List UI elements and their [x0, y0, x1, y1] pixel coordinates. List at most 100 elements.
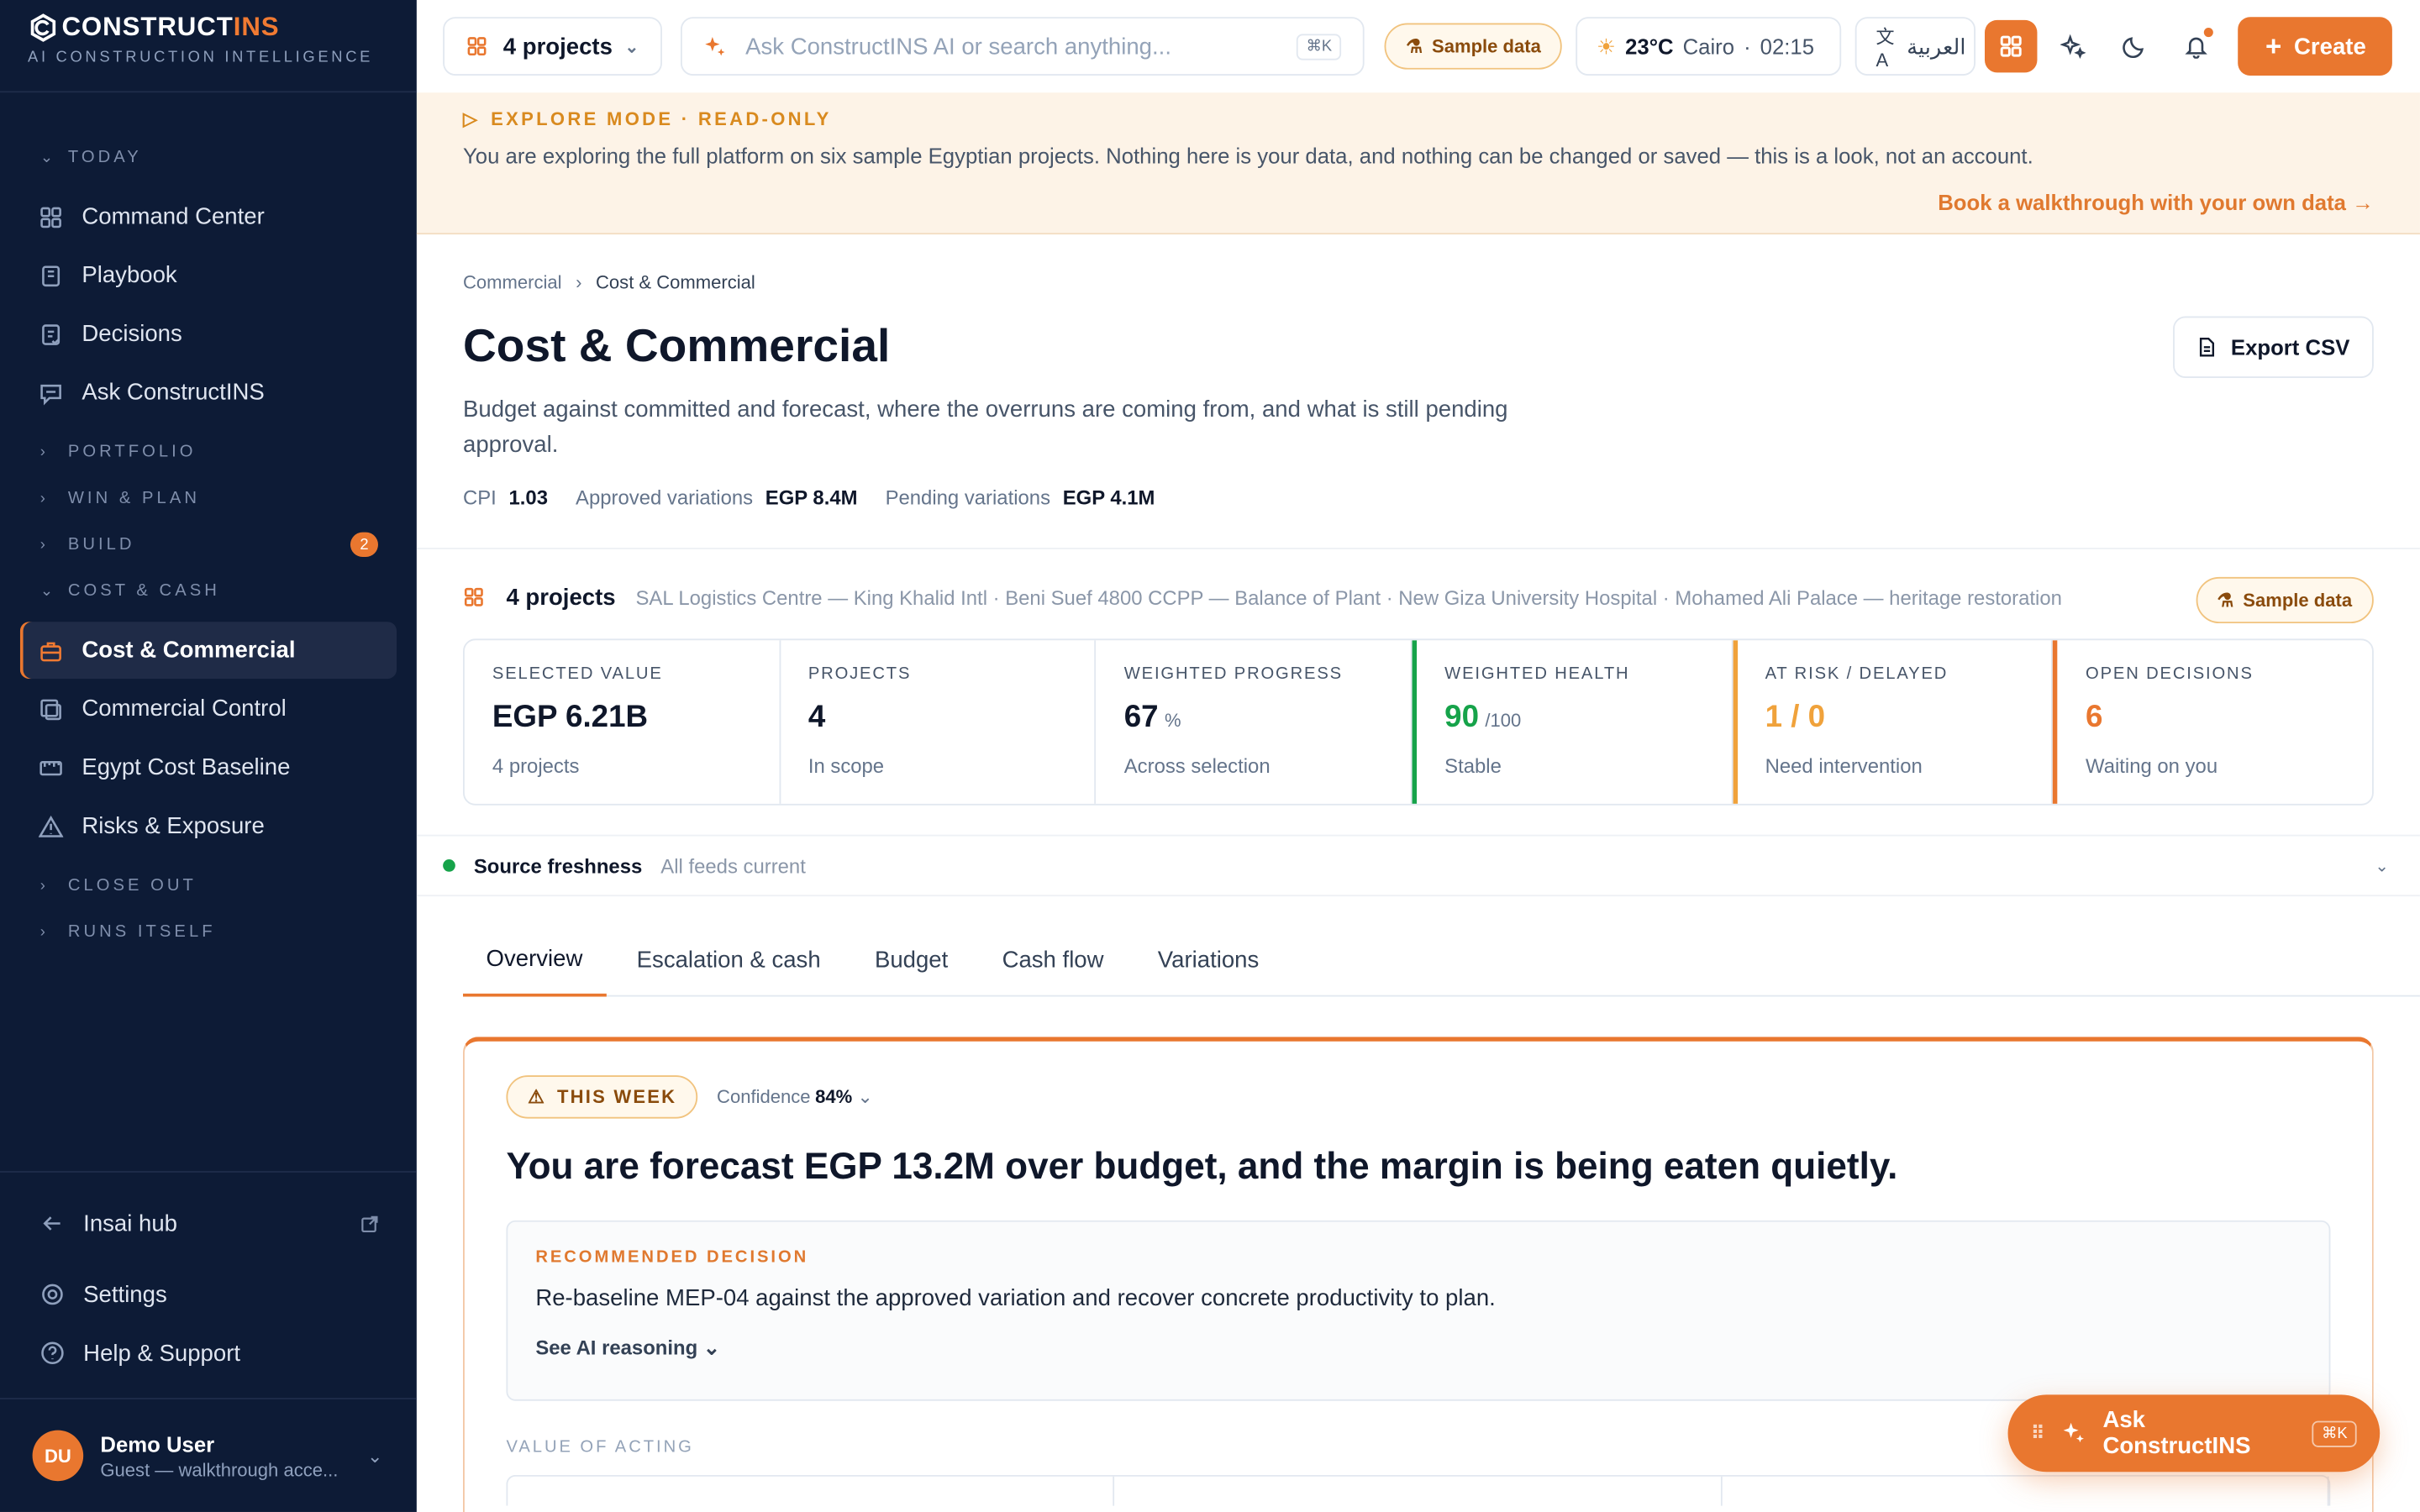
user-menu[interactable]: DU Demo User Guest — walkthrough acce...… [0, 1398, 417, 1512]
grid-icon [2001, 35, 2023, 57]
kpi-value: EGP 6.21B [492, 700, 649, 735]
sidebar-item-egypt-cost-baseline[interactable]: Egypt Cost Baseline [20, 739, 397, 796]
see-ai-reasoning-toggle[interactable]: See AI reasoning ⌄ [535, 1336, 2301, 1361]
sidebar-item-playbook[interactable]: Playbook [20, 247, 397, 304]
ai-button[interactable] [2047, 20, 2099, 72]
nav-group-runs-itself[interactable]: › RUNS ITSELF [0, 916, 417, 948]
kpi-selected-value[interactable]: SELECTED VALUE EGP 6.21B 4 projects [465, 640, 781, 804]
nav-group-close-out[interactable]: › CLOSE OUT [0, 870, 417, 901]
chevron-right-icon: › [576, 271, 582, 293]
ruler-icon [39, 760, 62, 775]
insai-hub-link[interactable]: Insai hub [0, 1194, 417, 1253]
shortcut-hint: ⌘K [1297, 33, 1342, 60]
kpi-sub: In scope [808, 754, 885, 778]
nav-group-today[interactable]: ⌄ TODAY [0, 142, 417, 173]
language-switch[interactable]: 文A العربية [1855, 17, 1976, 76]
create-button[interactable]: + Create [2238, 17, 2393, 76]
sidebar-nav: ⌄ TODAY Command Center Playbook Decisions… [0, 92, 417, 948]
tab-escalation-cash[interactable]: Escalation & cash [613, 922, 844, 996]
nav-group-win-plan[interactable]: › WIN & PLAN [0, 483, 417, 514]
chevron-down-icon: ⌄ [367, 1445, 383, 1467]
nav-group-build[interactable]: › BUILD 2 [0, 529, 417, 560]
sample-data-label: Sample data [1432, 35, 1541, 57]
nav-group-portfolio[interactable]: › PORTFOLIO [0, 437, 417, 468]
sidebar-item-risks-exposure[interactable]: Risks & Exposure [20, 798, 397, 855]
apps-button[interactable] [1985, 19, 2039, 73]
kpi-projects[interactable]: PROJECTS 4 In scope [781, 640, 1097, 804]
shortcut-hint: ⌘K [2312, 1420, 2357, 1446]
tab-variations[interactable]: Variations [1134, 922, 1282, 996]
kpi-sub: Need intervention [1765, 754, 1923, 778]
tab-budget[interactable]: Budget [851, 922, 971, 996]
search-input[interactable]: Ask ConstructINS AI or search anything..… [680, 17, 1365, 76]
rec-text: Re-baseline MEP-04 against the approved … [535, 1284, 1496, 1312]
theme-toggle[interactable] [2109, 20, 2161, 72]
breadcrumb: Commercial › Cost & Commercial [463, 271, 755, 293]
sidebar-item-cost-commercial[interactable]: Cost & Commercial [19, 622, 397, 680]
sidebar-item-command-center[interactable]: Command Center [20, 188, 397, 245]
sidebar-item-label: Decisions [82, 321, 182, 348]
sidebar-item-commercial-control[interactable]: Commercial Control [20, 680, 397, 738]
kpi-at-risk[interactable]: AT RISK / DELAYED 1 / 0 Need interventio… [1733, 640, 2054, 804]
sidebar-item-label: Commercial Control [82, 696, 287, 722]
help-icon [41, 1341, 64, 1365]
notifications-button[interactable] [2170, 20, 2223, 72]
export-csv-button[interactable]: Export CSV [2173, 316, 2374, 378]
sidebar-item-decisions[interactable]: Decisions [20, 306, 397, 363]
confidence-dropdown[interactable]: Confidence 84% ⌄ [717, 1086, 873, 1108]
project-selector[interactable]: 4 projects ⌄ [443, 17, 662, 76]
breadcrumb-item[interactable]: Commercial [463, 271, 562, 293]
language-label: العربية [1907, 33, 1966, 58]
kpi-label: OPEN DECISIONS [2086, 664, 2254, 684]
settings-label: Settings [83, 1281, 167, 1308]
recommended-decision: RECOMMENDED DECISION Re-baseline MEP-04 … [506, 1220, 2331, 1401]
kpi-value: 90/100 [1444, 700, 1522, 735]
warning-icon [38, 814, 64, 837]
book-icon [42, 265, 60, 286]
ask-constructins-button[interactable]: ⠿ Ask ConstructINS ⌘K [2007, 1394, 2381, 1473]
metric-cpi: CPI 1.03 [463, 486, 548, 510]
chevron-down-icon: ⌄ [2375, 857, 2390, 876]
bell-icon [2186, 37, 2208, 59]
chevron-down-icon: ⌄ [39, 149, 57, 166]
tab-overview[interactable]: Overview [463, 922, 606, 997]
sample-data-badge[interactable]: ⚗ Sample data [2195, 576, 2374, 624]
nav-group-cost-cash[interactable]: ⌄ COST & CASH [0, 575, 417, 606]
help-support-link[interactable]: Help & Support [0, 1324, 417, 1383]
chevron-down-icon: ⌄ [702, 1336, 720, 1360]
tab-cash-flow[interactable]: Cash flow [979, 922, 1127, 996]
sidebar-item-ask[interactable]: Ask ConstructINS [20, 364, 397, 421]
ask-label: Ask ConstructINS [2102, 1407, 2251, 1460]
briefcase-icon [40, 641, 61, 661]
kpi-label: PROJECTS [808, 664, 912, 684]
kpi-label: SELECTED VALUE [492, 664, 663, 684]
avatar: DU [32, 1430, 84, 1482]
metric-approved-variations: Approved variations EGP 8.4M [576, 486, 858, 510]
kpi-sub: Stable [1444, 754, 1502, 778]
weather-city: Cairo [1682, 34, 1735, 59]
settings-link[interactable]: Settings [0, 1265, 417, 1324]
kpi-label: AT RISK / DELAYED [1765, 664, 1949, 684]
weather-temp: 23°C [1625, 34, 1674, 59]
sidebar-item-label: Risks & Exposure [82, 812, 265, 840]
sidebar-item-label: Cost & Commercial [82, 637, 296, 664]
user-name: Demo User [100, 1431, 215, 1456]
kpi-value: 1 / 0 [1765, 700, 1826, 735]
weather-widget[interactable]: ☀ 23°C Cairo · 02:15 [1576, 17, 1843, 76]
sparkle-icon [705, 36, 725, 55]
scope-project-names: SAL Logistics Centre — King Khalid Intl … [635, 585, 2062, 609]
kpi-open-decisions[interactable]: OPEN DECISIONS 6 Waiting on you [2053, 640, 2372, 804]
sidebar-item-label: Ask ConstructINS [82, 379, 265, 407]
kpi-strip: SELECTED VALUE EGP 6.21B 4 projects PROJ… [463, 638, 2374, 806]
kpi-weighted-health[interactable]: WEIGHTED HEALTH 90/100 Stable [1412, 640, 1733, 804]
sample-data-badge[interactable]: ⚗ Sample data [1384, 23, 1563, 70]
source-freshness-bar[interactable]: Source freshness All feeds current ⌄ [416, 834, 2420, 897]
book-walkthrough-link[interactable]: Book a walkthrough with your own data → [1938, 190, 2374, 214]
chevron-right-icon: › [39, 877, 49, 895]
topbar: 4 projects ⌄ Ask ConstructINS AI or sear… [416, 0, 2420, 93]
kpi-weighted-progress[interactable]: WEIGHTED PROGRESS 67% Across selection [1097, 640, 1413, 804]
brand[interactable]: CONSTRUCTINS AI CONSTRUCTION INTELLIGENC… [0, 0, 417, 93]
grid-icon [464, 587, 483, 606]
sidebar-item-label: Egypt Cost Baseline [82, 754, 291, 781]
drag-handle-icon[interactable]: ⠿ [2031, 1422, 2044, 1444]
